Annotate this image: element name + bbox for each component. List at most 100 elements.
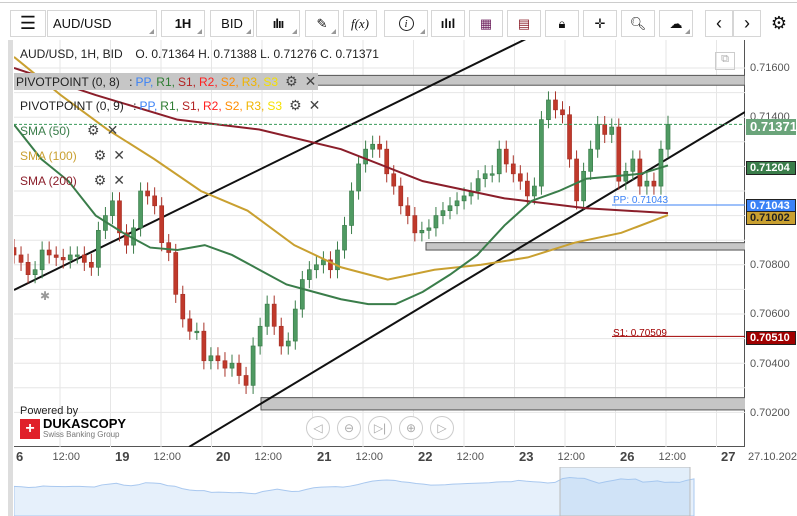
side-select[interactable]: BID: [210, 10, 254, 37]
pivot-level-s1: S1,: [177, 74, 196, 89]
indicators-button[interactable]: f(x): [343, 10, 377, 37]
instrument-info: AUD/USD, 1H, BID: [20, 47, 123, 61]
chevron-right-icon: ›: [744, 13, 750, 33]
period-select[interactable]: 1H: [161, 10, 205, 37]
sma100-legend[interactable]: SMA (100) ⚙ ✕: [20, 147, 125, 164]
candle: [637, 158, 643, 187]
pivot-level-s3: S3: [263, 74, 279, 89]
candle: [489, 173, 495, 176]
sma50-legend[interactable]: SMA (50) ⚙ ✕: [20, 122, 118, 139]
info-button[interactable]: i: [384, 10, 428, 37]
candle: [166, 242, 172, 253]
x-tick: 12:00: [254, 451, 283, 463]
close-icon[interactable]: ✕: [305, 73, 317, 90]
zoom-out-button[interactable]: ⊖: [337, 416, 361, 440]
symbol-select[interactable]: AUD/USD: [47, 10, 157, 37]
info-icon: i: [398, 16, 414, 31]
candle: [89, 261, 94, 268]
sma200-legend[interactable]: SMA (200) ⚙ ✕: [20, 172, 125, 189]
top-divider: [0, 2, 797, 3]
chart-type-button[interactable]: ılıı: [256, 10, 300, 37]
pan-right-button[interactable]: ▷: [430, 416, 454, 440]
navigator-window[interactable]: [559, 467, 691, 516]
news-button[interactable]: ▤: [507, 10, 541, 37]
y-tick: 0.71600: [750, 62, 790, 74]
candle: [81, 254, 87, 263]
x-tick: 19: [115, 449, 130, 464]
candle: [292, 308, 298, 342]
candle: [665, 123, 671, 150]
period-value: 1H: [174, 16, 192, 31]
pivot-level-s2: S2,: [224, 98, 243, 113]
gear-icon[interactable]: ⚙: [285, 73, 298, 90]
pivot-level-r1: R1,: [156, 74, 175, 89]
calendar-button[interactable]: ▦: [469, 10, 503, 37]
x-tick: 12:00: [557, 451, 586, 463]
y-tick: 0.70400: [750, 358, 790, 370]
candle: [152, 195, 157, 207]
candle: [433, 215, 439, 229]
candle: [342, 225, 347, 251]
settings-button[interactable]: ⚙: [764, 10, 794, 37]
y-tick: 0.70600: [750, 308, 790, 320]
pan-left-button[interactable]: ◁: [306, 416, 330, 440]
sma100-label: SMA (100): [20, 148, 77, 163]
scroll-right-button[interactable]: ›: [733, 10, 761, 37]
go-latest-button[interactable]: ▷|: [368, 416, 392, 440]
candle: [377, 143, 383, 150]
zoom-in-button[interactable]: ⊕: [399, 416, 423, 440]
pivot-sep: :: [129, 74, 133, 89]
candle: [236, 362, 242, 376]
candle: [264, 303, 270, 327]
candle: [39, 249, 45, 271]
candle: [391, 173, 397, 187]
left-scrollbar[interactable]: [8, 40, 13, 516]
lock-button[interactable]: 🔒︎: [545, 10, 579, 37]
candle: [349, 190, 354, 226]
pivot-band: [260, 397, 745, 411]
candle: [405, 205, 411, 216]
candle: [60, 257, 66, 261]
pivot-band: [425, 242, 745, 251]
pivot-level-r3: R3,: [241, 74, 261, 89]
crosshair-button[interactable]: ✛: [583, 10, 617, 37]
candle: [229, 362, 235, 369]
gear-icon[interactable]: ⚙: [87, 122, 100, 139]
y-tick: 0.70200: [750, 407, 790, 419]
candle: [173, 252, 179, 295]
candle: [194, 330, 200, 334]
pencil-icon: ✎: [316, 15, 328, 31]
close-icon[interactable]: ✕: [113, 147, 125, 164]
gear-icon[interactable]: ⚙: [94, 147, 107, 164]
x-tick: 12:00: [153, 451, 182, 463]
pivot-sep: :: [133, 98, 137, 113]
candle: [307, 269, 312, 280]
popout-button[interactable]: ⧉: [715, 52, 735, 70]
bar-chart-icon: ılıl: [440, 16, 456, 31]
sma50-label: SMA (50): [20, 123, 71, 138]
candle: [208, 355, 214, 362]
close-icon[interactable]: ✕: [107, 122, 119, 139]
close-icon[interactable]: ✕: [309, 97, 321, 114]
zoom-search-button[interactable]: 🔍︎: [621, 10, 655, 37]
candle: [609, 126, 615, 135]
x-tick: 6: [16, 449, 24, 464]
close-icon[interactable]: ✕: [113, 172, 125, 189]
pivot-legend-2[interactable]: PIVOTPOINT (0, 9) : PP, R1, S1, R2, S2, R3, S3 ⚙…: [20, 97, 320, 114]
gear-icon[interactable]: ⚙: [289, 97, 302, 114]
scroll-left-button[interactable]: ‹: [705, 10, 733, 37]
pivot-legend-1[interactable]: PIVOTPOINT (0, 8) : PP, R1, S1, R2, S2, R3, S3 ⚙…: [14, 73, 319, 90]
skip-end-icon: ▷|: [373, 421, 387, 435]
pivot-name: PIVOTPOINT (0, 9): [20, 98, 124, 113]
upload-button[interactable]: ☁: [659, 10, 693, 37]
volume-button[interactable]: ılıl: [431, 10, 465, 37]
drawing-button[interactable]: ✎: [305, 10, 339, 37]
gear-icon[interactable]: ⚙: [94, 172, 107, 189]
bug-icon[interactable]: ✱: [40, 289, 50, 303]
lock-icon: 🔒︎: [558, 15, 566, 31]
candle: [285, 340, 291, 347]
navigator[interactable]: [14, 467, 797, 516]
candle: [271, 303, 277, 327]
side-value: BID: [221, 16, 243, 31]
menu-button[interactable]: ☰: [10, 10, 46, 37]
